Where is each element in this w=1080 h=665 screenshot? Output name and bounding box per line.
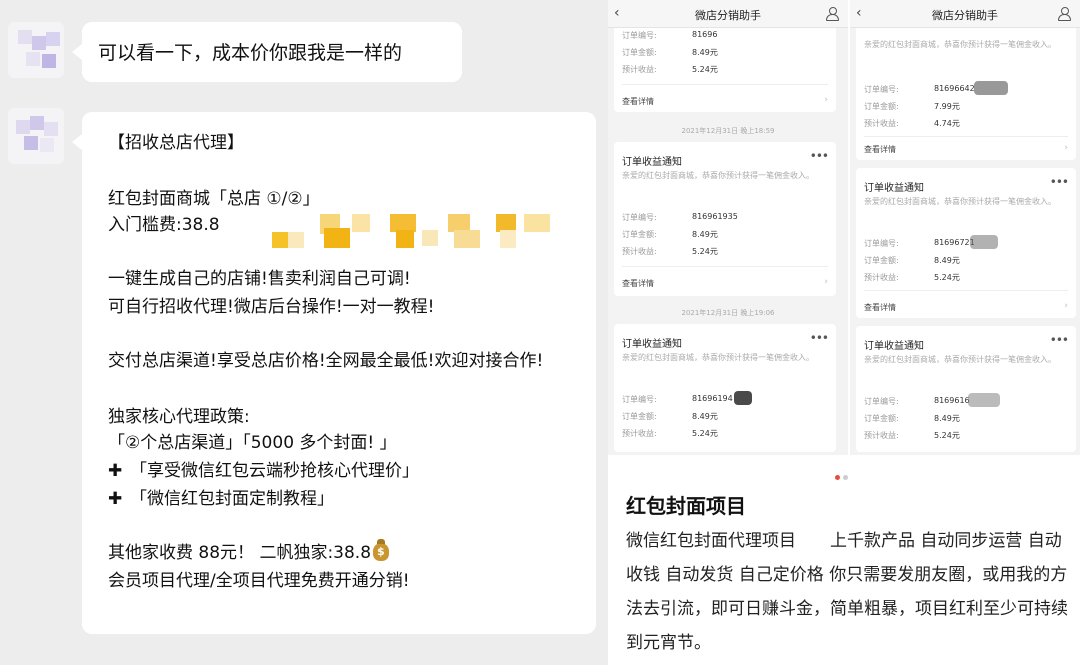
notification-card[interactable]: 订单收益通知 ••• 亲爱的红包封面商城，恭喜你预计获得一笔佣金收入。 订单编号…: [614, 142, 836, 296]
redacted-blur: [970, 235, 998, 249]
order-amount-row: 订单金额: 8.49元: [622, 48, 718, 57]
navbar: ‹ 微店分销助手: [608, 0, 848, 28]
view-details-link[interactable]: 查看详情: [622, 96, 654, 107]
expected-income-row: 预计收益: 4.74元: [864, 119, 960, 128]
chat-bubble-2: 【招收总店代理】 红包封面商城「总店 ①/②」 入门槛费:38.8 一键生成自己…: [72, 112, 596, 634]
order-number-row: 订单编号: 81696: [622, 30, 718, 40]
pager-dot[interactable]: [843, 475, 848, 480]
screenshot-phone-2: 亲爱的红包封面商城，恭喜你预计获得一笔佣金收入。 订单编号: 81696642 订…: [850, 0, 1080, 455]
project-description: 微信红包封面代理项目 上千款产品 自动同步运营 自动收钱 自动发货 自己定价格 …: [626, 531, 1068, 653]
expected-income-row: 预计收益: 5.24元: [864, 273, 960, 282]
user-icon[interactable]: [826, 7, 839, 21]
plus-icon: ✚: [108, 461, 123, 481]
project-title: 红包封面项目: [626, 494, 746, 518]
message-line: 入门槛费:38.8: [108, 215, 220, 235]
chevron-right-icon: ›: [1064, 301, 1068, 311]
card-description: 亲爱的红包封面商城，恭喜你预计获得一笔佣金收入。: [864, 355, 1056, 364]
message-heading: 【招收总店代理】: [108, 133, 244, 153]
expected-income-row: 预计收益: 5.24元: [622, 65, 718, 74]
order-amount-row: 订单金额: 8.49元: [864, 256, 960, 265]
order-number-row: 订单编号: 81696642: [864, 81, 1008, 95]
chevron-right-icon: ›: [824, 277, 828, 287]
redacted-blur: [968, 393, 1000, 407]
card-description: 亲爱的红包封面商城，恭喜你预计获得一笔佣金收入。: [622, 353, 814, 362]
card-description: 亲爱的红包封面商城，恭喜你预计获得一笔佣金收入。: [622, 171, 814, 180]
message-line: ✚ 「微信红包封面定制教程」: [108, 489, 334, 509]
user-icon[interactable]: [1058, 7, 1071, 21]
card-description: 亲爱的红包封面商城，恭喜你预计获得一笔佣金收入。: [864, 197, 1056, 206]
message-line: 交付总店渠道!享受总店价格!全网最全最低!欢迎对接合作!: [108, 351, 544, 371]
view-details-link[interactable]: 查看详情: [864, 302, 896, 313]
image-pager[interactable]: [835, 465, 851, 484]
plus-icon: ✚: [108, 489, 123, 509]
card-title: 订单收益通知: [864, 183, 924, 194]
order-number-row: 订单编号: 8169616: [864, 393, 1000, 407]
chat-bubble-1: 可以看一下，成本价你跟我是一样的: [72, 22, 462, 82]
redacted-blur: [734, 391, 752, 405]
more-icon[interactable]: •••: [1050, 333, 1069, 347]
contact-avatar[interactable]: [8, 22, 64, 78]
timestamp: 2021年12月31日 晚上19:06: [681, 309, 775, 317]
expected-income-row: 预计收益: 5.24元: [622, 247, 718, 256]
order-amount-row: 订单金额: 8.49元: [622, 230, 718, 239]
chat-panel: 可以看一下，成本价你跟我是一样的 【招收总店代理】 红包封面商城「总店 ①/②」…: [0, 0, 608, 665]
screenshot-phone-1: 订单编号: 81696 订单金额: 8.49元 预计收益: 5.24元 查看详情 › …: [608, 0, 848, 455]
notification-card[interactable]: 订单收益通知 ••• 亲爱的红包封面商城，恭喜你预计获得一笔佣金收入。 订单编号…: [614, 324, 836, 452]
pager-dot-active[interactable]: [835, 475, 840, 480]
message-line: 其他家收费 88元！ 二帆独家:38.8: [108, 538, 390, 563]
expected-income-row: 预计收益: 5.24元: [864, 431, 960, 440]
more-icon[interactable]: •••: [810, 331, 829, 345]
notification-card[interactable]: 订单编号: 81696 订单金额: 8.49元 预计收益: 5.24元 查看详情 ›: [614, 22, 836, 112]
card-title: 订单收益通知: [864, 341, 924, 352]
message-line: 「②个总店渠道」「5000 多个封面! 」: [108, 433, 397, 453]
notification-card[interactable]: 亲爱的红包封面商城，恭喜你预计获得一笔佣金收入。 订单编号: 81696642 订…: [856, 14, 1076, 160]
notification-card[interactable]: 订单收益通知 ••• 亲爱的红包封面商城，恭喜你预计获得一笔佣金收入。 订单编号…: [856, 168, 1076, 318]
app-title: 微店分销助手: [695, 9, 761, 22]
more-icon[interactable]: •••: [810, 149, 829, 163]
timestamp: 2021年12月31日 晚上18:59: [681, 127, 775, 135]
expected-income-row: 预计收益: 5.24元: [622, 429, 718, 438]
redacted-blur: [974, 81, 1008, 95]
view-details-link[interactable]: 查看详情: [622, 278, 654, 289]
message-line: 红包封面商城「总店 ①/②」: [108, 189, 320, 209]
navbar: ‹ 微店分销助手: [850, 0, 1080, 28]
message-line: 可自行招收代理!微店后台操作!一对一教程!: [108, 297, 435, 317]
app-title: 微店分销助手: [932, 9, 998, 22]
order-number-row: 订单编号: 816961935: [622, 212, 738, 222]
card-title: 订单收益通知: [622, 157, 682, 168]
order-amount-row: 订单金额: 8.49元: [864, 414, 960, 423]
message-line: 独家核心代理政策:: [108, 407, 250, 427]
order-amount-row: 订单金额: 7.99元: [864, 102, 960, 111]
order-amount-row: 订单金额: 8.49元: [622, 412, 718, 421]
order-number-row: 订单编号: 81696721: [864, 235, 998, 249]
message-text: 可以看一下，成本价你跟我是一样的: [98, 42, 403, 64]
contact-avatar[interactable]: [8, 108, 64, 164]
view-details-link[interactable]: 查看详情: [864, 144, 896, 155]
more-icon[interactable]: •••: [1050, 175, 1069, 189]
card-description: 亲爱的红包封面商城，恭喜你预计获得一笔佣金收入。: [864, 40, 1056, 49]
message-line: 一键生成自己的店铺!售卖利润自己可调!: [108, 269, 411, 289]
chevron-right-icon: ›: [1064, 143, 1068, 153]
product-panel: 订单编号: 81696 订单金额: 8.49元 预计收益: 5.24元 查看详情 › …: [608, 0, 1080, 665]
redacted-mosaic: [272, 214, 554, 248]
notification-card[interactable]: 订单收益通知 ••• 亲爱的红包封面商城，恭喜你预计获得一笔佣金收入。 订单编号…: [856, 326, 1076, 452]
chevron-right-icon: ›: [824, 95, 828, 105]
message-line: ✚ 「享受微信红包云端秒抢核心代理价」: [108, 461, 419, 481]
card-title: 订单收益通知: [622, 339, 682, 350]
order-number-row: 订单编号: 81696194: [622, 391, 752, 405]
message-line: 会员项目代理/全项目代理免费开通分销!: [108, 571, 410, 591]
money-bag-icon: [373, 539, 390, 561]
